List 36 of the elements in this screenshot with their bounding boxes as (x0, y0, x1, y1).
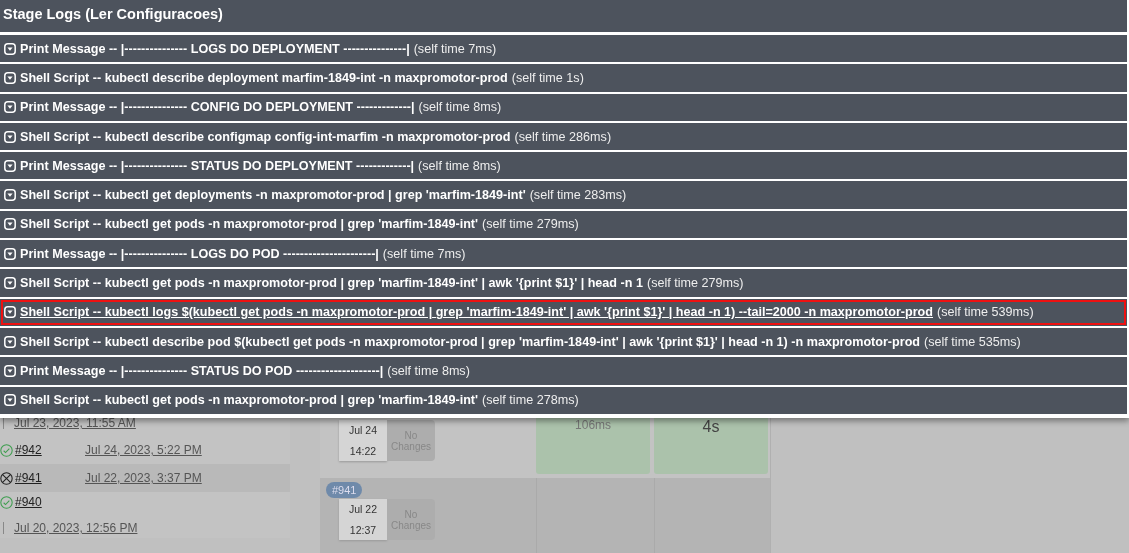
collapse-icon (4, 277, 16, 289)
log-step-row[interactable]: Print Message -- |--------------- CONFIG DO DEPLOYMENT -------------| (self time 8ms) (0, 93, 1127, 121)
log-step-row[interactable]: Shell Script -- kubectl logs $(kubectl get pods -n maxpromotor-prod | grep 'marfim-1849-int' | awk '{print $1}' | head -n 1) --tail=2000 -n maxpromotor-prod (self time 539ms) (0, 298, 1127, 326)
collapse-icon (4, 247, 16, 260)
build-date-link[interactable]: Jul 20, 2023, 12:56 PM (14, 521, 138, 535)
collapse-icon (4, 189, 16, 202)
collapse-icon (4, 42, 16, 55)
collapse-icon (4, 218, 16, 231)
build-date-link[interactable]: Jul 24, 2023, 5:22 PM (85, 443, 202, 457)
log-step-row[interactable]: Shell Script -- kubectl get pods -n maxpromotor-prod | grep 'marfim-1849-int' (self time 279ms) (0, 210, 1127, 239)
log-step-row[interactable]: Print Message -- |--------------- LOGS DO DEPLOYMENT ---------------| (self time 7ms) (0, 35, 1127, 63)
log-step-row[interactable]: Shell Script -- kubectl get pods -n maxpromotor-prod | grep 'marfim-1849-int' | awk '{print $1}' | head -n 1 (self time 279ms) (0, 269, 1127, 297)
build-number-link[interactable]: #940 (15, 495, 85, 509)
collapse-icon (4, 71, 16, 84)
log-step-row[interactable]: Shell Script -- kubectl describe deployment marfim-1849-int -n maxpromotor-prod (self time 1s) (0, 64, 1127, 92)
run-date-card: Jul 24 14:22 (339, 420, 387, 461)
log-step-row[interactable]: Shell Script -- kubectl get pods -n maxpromotor-prod | grep 'marfim-1849-int' (self time 278ms) (0, 386, 1127, 414)
collapse-icon (4, 101, 16, 114)
run-date-card: Jul 22 12:37 (339, 499, 387, 540)
log-step-row[interactable]: Shell Script -- kubectl get deployments -n maxpromotor-prod | grep 'marfim-1849-int' (self time 283ms) (0, 181, 1127, 209)
collapse-icon (4, 130, 16, 143)
collapse-icon (4, 364, 16, 377)
build-number-link[interactable]: #941 (15, 471, 85, 485)
log-step-row[interactable]: Print Message -- |--------------- STATUS DO DEPLOYMENT -------------| (self time 8ms) (0, 152, 1127, 180)
build-date-link[interactable]: Jul 23, 2023, 11:55 AM (14, 416, 136, 430)
collapse-icon (4, 335, 16, 348)
build-date-link[interactable]: Jul 22, 2023, 3:37 PM (85, 471, 202, 485)
log-step-row[interactable]: Print Message -- |--------------- LOGS DO POD ----------------------| (self time 7ms) (0, 240, 1127, 268)
log-step-row[interactable]: Shell Script -- kubectl describe pod $(kubectl get pods -n maxpromotor-prod | grep 'marfim-1849-int' | awk '{print $1}' | head -n 1) -n maxpromotor-prod (self time 535ms) (0, 327, 1127, 356)
collapse-icon (4, 306, 16, 319)
collapse-icon (4, 159, 16, 172)
log-step-row[interactable]: Print Message -- |--------------- STATUS DO POD --------------------| (self time 8ms) (0, 357, 1127, 385)
log-step-row[interactable]: Shell Script -- kubectl describe configmap config-int-marfim -n maxpromotor-prod (self time 286ms) (0, 122, 1127, 151)
collapse-icon (4, 394, 16, 407)
modal-title: Stage Logs (Ler Configuracoes) (0, 0, 1127, 32)
build-number-link[interactable]: #942 (15, 443, 85, 457)
